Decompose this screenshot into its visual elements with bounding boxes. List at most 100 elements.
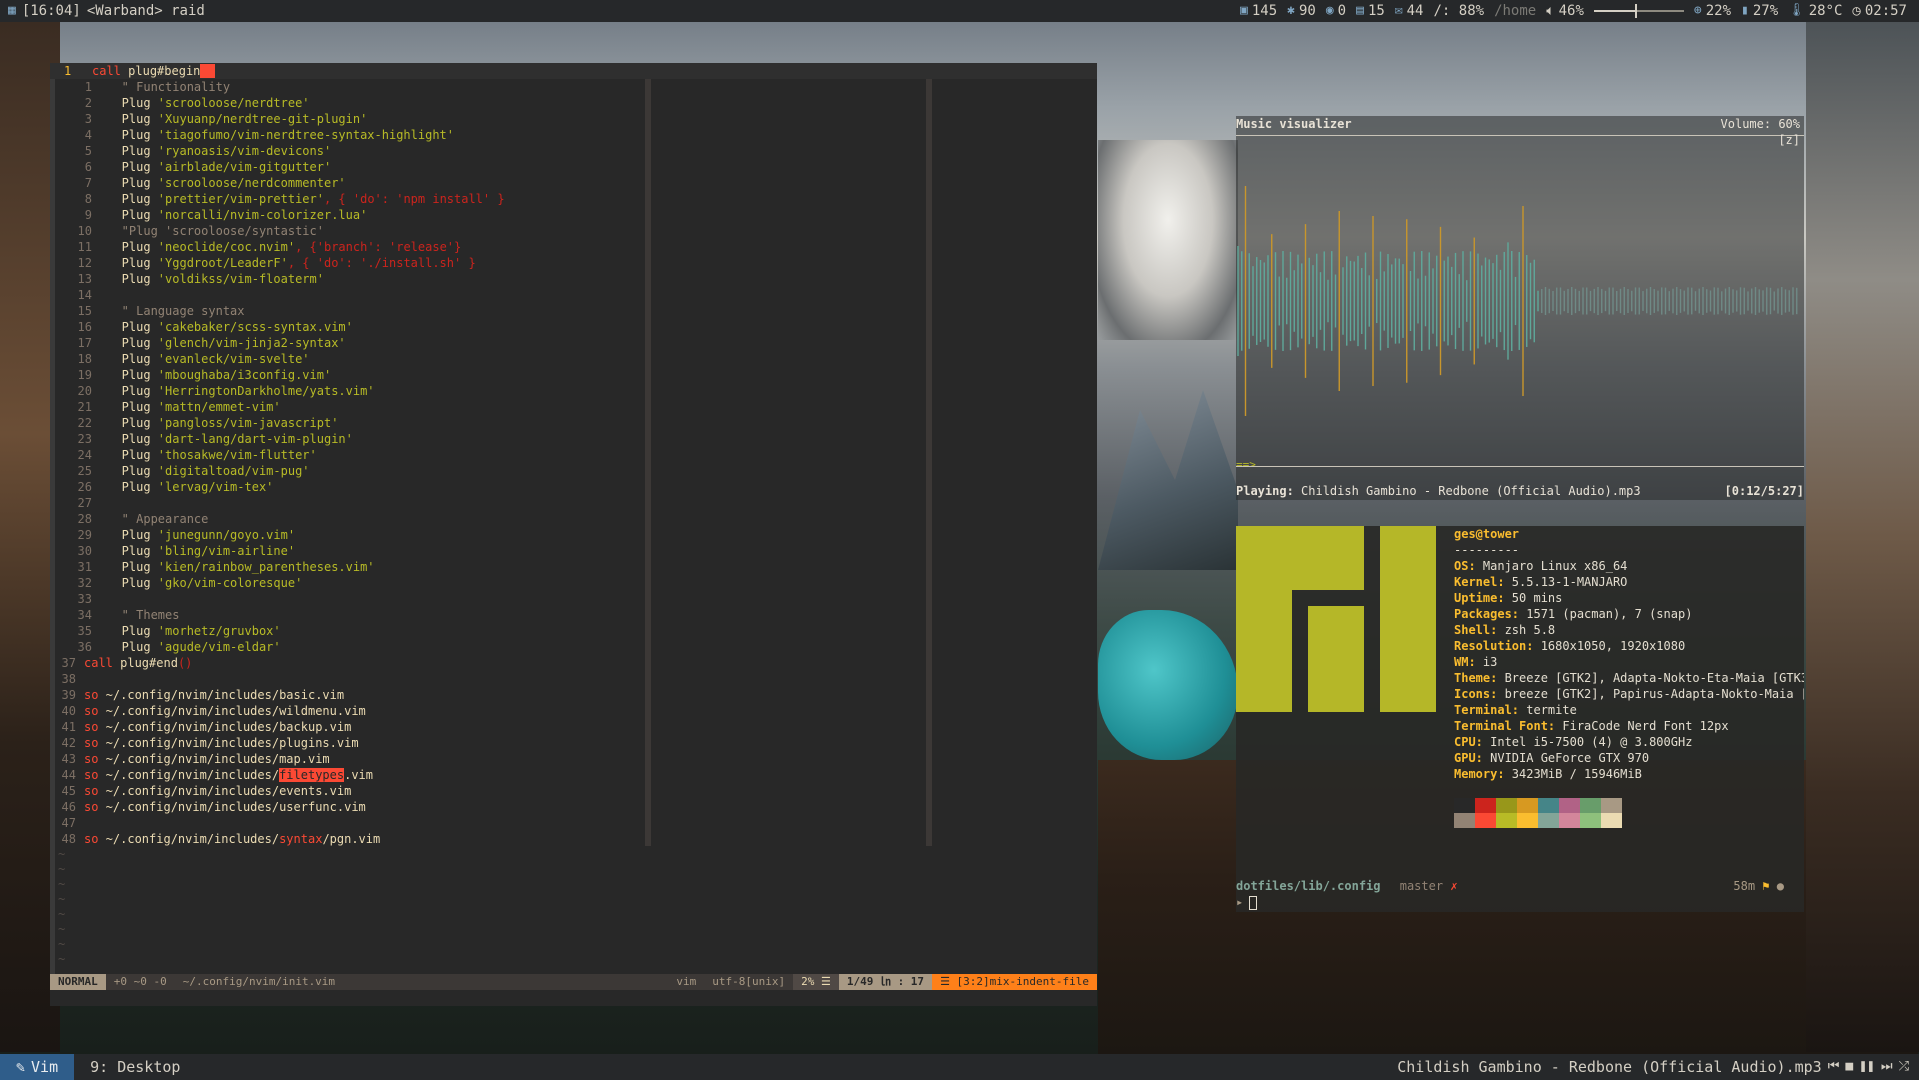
previous-track-icon[interactable]: ⏮ xyxy=(1828,1054,1840,1080)
code-string: 'norcalli/nvim-colorizer.lua' xyxy=(157,208,368,222)
code-line[interactable]: 10 "Plug 'scrooloose/syntastic' xyxy=(56,223,696,239)
code-line[interactable]: 38 xyxy=(56,671,696,687)
manjaro-logo-part xyxy=(1236,590,1292,712)
color-swatch xyxy=(1580,813,1601,828)
info-separator: --------- xyxy=(1454,543,1520,557)
packages-stat[interactable]: ▣ 145 xyxy=(1240,0,1277,22)
code-line[interactable]: 24 Plug 'thosakwe/vim-flutter' xyxy=(56,447,696,463)
shuffle-icon[interactable]: ⤮ xyxy=(1899,1054,1909,1080)
code-line[interactable]: 47 xyxy=(56,815,696,831)
code-line[interactable]: 27 xyxy=(56,495,696,511)
code-line[interactable]: 16 Plug 'cakebaker/scss-syntax.vim' xyxy=(56,319,696,335)
command-line[interactable]: ▸ xyxy=(1236,894,1258,910)
info-row: GPU: NVIDIA GeForce GTX 970 xyxy=(1454,750,1804,766)
code-line[interactable]: 25 Plug 'digitaltoad/vim-pug' xyxy=(56,463,696,479)
code-line[interactable]: 26 Plug 'lervag/vim-tex' xyxy=(56,479,696,495)
code-line[interactable]: 20 Plug 'HerringtonDarkholme/yats.vim' xyxy=(56,383,696,399)
next-track-icon[interactable]: ⏭ xyxy=(1881,1054,1893,1080)
calendar-icon[interactable]: ▦ xyxy=(8,0,16,22)
code-string: 'Xuyuanp/nerdtree-git-plugin' xyxy=(157,112,368,126)
code-line[interactable]: 37 call plug#end() xyxy=(56,655,696,671)
workspace-vim[interactable]: ✎ Vim xyxy=(0,1054,75,1080)
code-line[interactable]: 45 so ~/.config/nvim/includes/events.vim xyxy=(56,783,696,799)
z-key-hint[interactable]: [z] xyxy=(1778,133,1800,147)
code-line[interactable]: 48 so ~/.config/nvim/includes/syntax/pgn.… xyxy=(56,831,696,847)
code-line[interactable]: 34 " Themes xyxy=(56,607,696,623)
volume-slider[interactable] xyxy=(1593,0,1684,22)
code-line[interactable]: 15 " Language syntax xyxy=(56,303,696,319)
line-number: 34 xyxy=(77,608,92,622)
code-line[interactable]: 8 Plug 'prettier/vim-prettier', { 'do': … xyxy=(56,191,696,207)
code-line[interactable]: 40 so ~/.config/nvim/includes/wildmenu.vi… xyxy=(56,703,696,719)
code-line[interactable]: 43 so ~/.config/nvim/includes/map.vim xyxy=(56,751,696,767)
stop-icon[interactable]: ■ xyxy=(1845,1054,1853,1080)
line-number: 31 xyxy=(77,560,92,574)
info-row: Terminal Font: FiraCode Nerd Font 12px xyxy=(1454,718,1804,734)
code-line[interactable]: 19 Plug 'mboughaba/i3config.vim' xyxy=(56,367,696,383)
mail-stat[interactable]: ✉ 44 xyxy=(1395,0,1424,22)
vim-split-divider[interactable] xyxy=(645,79,651,846)
code-line[interactable]: 23 Plug 'dart-lang/dart-vim-plugin' xyxy=(56,431,696,447)
code-line[interactable]: 2 Plug 'scrooloose/nerdtree' xyxy=(56,95,696,111)
code-line[interactable]: 14 xyxy=(56,287,696,303)
line-number: 2 xyxy=(84,96,92,110)
code-string: 'HerringtonDarkholme/yats.vim' xyxy=(157,384,375,398)
file-path: ~/.config/nvim/init.vim xyxy=(182,975,336,988)
code-line[interactable]: 33 xyxy=(56,591,696,607)
code-line[interactable]: 18 Plug 'evanleck/vim-svelte' xyxy=(56,351,696,367)
code-line[interactable]: 31 Plug 'kien/rainbow_parentheses.vim' xyxy=(56,559,696,575)
code-line[interactable]: 6 Plug 'airblade/vim-gitgutter' xyxy=(56,159,696,175)
volume-stat[interactable]: 🔈︎ 46% xyxy=(1546,0,1584,22)
code-line[interactable]: 35 Plug 'morhetz/gruvbox' xyxy=(56,623,696,639)
info-value: 3423MiB / 15946MiB xyxy=(1504,767,1642,781)
code-line[interactable]: 28 " Appearance xyxy=(56,511,696,527)
code-line[interactable]: 42 so ~/.config/nvim/includes/plugins.vim xyxy=(56,735,696,751)
code-text: ~/.config/nvim/includes/map.vim xyxy=(98,752,330,766)
vim-current-line[interactable]: 1 call plug#begin() xyxy=(50,63,1097,79)
code-line[interactable]: 17 Plug 'glench/vim-jinja2-syntax' xyxy=(56,335,696,351)
vim-split-divider[interactable] xyxy=(926,79,932,846)
terminal-window[interactable]: ges@tower --------- OS: Manjaro Linux x8… xyxy=(1236,526,1804,912)
line-number: 27 xyxy=(77,496,92,510)
code-line[interactable]: 44 so ~/.config/nvim/includes/filetypes.v… xyxy=(56,767,696,783)
code-line[interactable]: 29 Plug 'junegunn/goyo.vim' xyxy=(56,527,696,543)
code-string: 'neoclide/coc.nvim' xyxy=(157,240,296,254)
clock[interactable]: ◷ 02:57 xyxy=(1852,0,1907,22)
code-line[interactable]: 4 Plug 'tiagofumo/vim-nerdtree-syntax-hi… xyxy=(56,127,696,143)
code-line[interactable]: 5 Plug 'ryanoasis/vim-devicons' xyxy=(56,143,696,159)
code-line[interactable]: 13 Plug 'voldikss/vim-floaterm' xyxy=(56,271,696,287)
github-stat[interactable]: ◉ 0 xyxy=(1326,0,1346,22)
info-value: Breeze [GTK2], Adapta-Nokto-Eta-Maia [GT… xyxy=(1497,671,1804,685)
code-line[interactable]: 9 Plug 'norcalli/nvim-colorizer.lua' xyxy=(56,207,696,223)
line-number: 33 xyxy=(77,592,92,606)
vim-buffer[interactable]: 1 " Functionality 2 Plug 'scrooloose/nerd… xyxy=(56,79,696,967)
code-text: Plug xyxy=(100,112,158,126)
code-line[interactable]: 39 so ~/.config/nvim/includes/basic.vim xyxy=(56,687,696,703)
code-line[interactable]: 1 " Functionality xyxy=(56,79,696,95)
vim-window[interactable]: 1 call plug#begin() 1 " Functionality 2 P… xyxy=(50,63,1097,1006)
code-line[interactable]: 7 Plug 'scrooloose/nerdcommenter' xyxy=(56,175,696,191)
code-text: Plug xyxy=(100,416,158,430)
empty-line-marker: ~ xyxy=(58,952,66,966)
bugs-stat[interactable]: ✱ 90 xyxy=(1287,0,1316,22)
music-visualizer-window[interactable]: Music visualizer Volume: 60% [z] ==> Pla… xyxy=(1236,116,1804,500)
pause-icon[interactable]: ❚❚ xyxy=(1859,1054,1875,1080)
bar-time-title: [16:04] xyxy=(21,3,81,19)
code-line[interactable]: 36 Plug 'agude/vim-eldar' xyxy=(56,639,696,655)
code-line[interactable]: 30 Plug 'bling/vim-airline' xyxy=(56,543,696,559)
color-swatch xyxy=(1559,813,1580,828)
line-number: 15 xyxy=(77,304,92,318)
code-line[interactable]: 41 so ~/.config/nvim/includes/backup.vim xyxy=(56,719,696,735)
code-line[interactable]: 11 Plug 'neoclide/coc.nvim', {'branch': … xyxy=(56,239,696,255)
code-line[interactable]: 21 Plug 'mattn/emmet-vim' xyxy=(56,399,696,415)
code-line[interactable]: 3 Plug 'Xuyuanp/nerdtree-git-plugin' xyxy=(56,111,696,127)
inbox-stat[interactable]: ▤ 15 xyxy=(1356,0,1385,22)
vim-mode: NORMAL xyxy=(50,974,106,990)
code-text: Plug xyxy=(100,400,158,414)
volume-knob[interactable] xyxy=(1635,4,1638,18)
code-line[interactable]: 46 so ~/.config/nvim/includes/userfunc.vi… xyxy=(56,799,696,815)
code-line[interactable]: 12 Plug 'Yggdroot/LeaderF', { 'do': './i… xyxy=(56,255,696,271)
code-line[interactable]: 32 Plug 'gko/vim-coloresque' xyxy=(56,575,696,591)
workspace-desktop[interactable]: 9: Desktop xyxy=(74,1054,196,1080)
code-line[interactable]: 22 Plug 'pangloss/vim-javascript' xyxy=(56,415,696,431)
